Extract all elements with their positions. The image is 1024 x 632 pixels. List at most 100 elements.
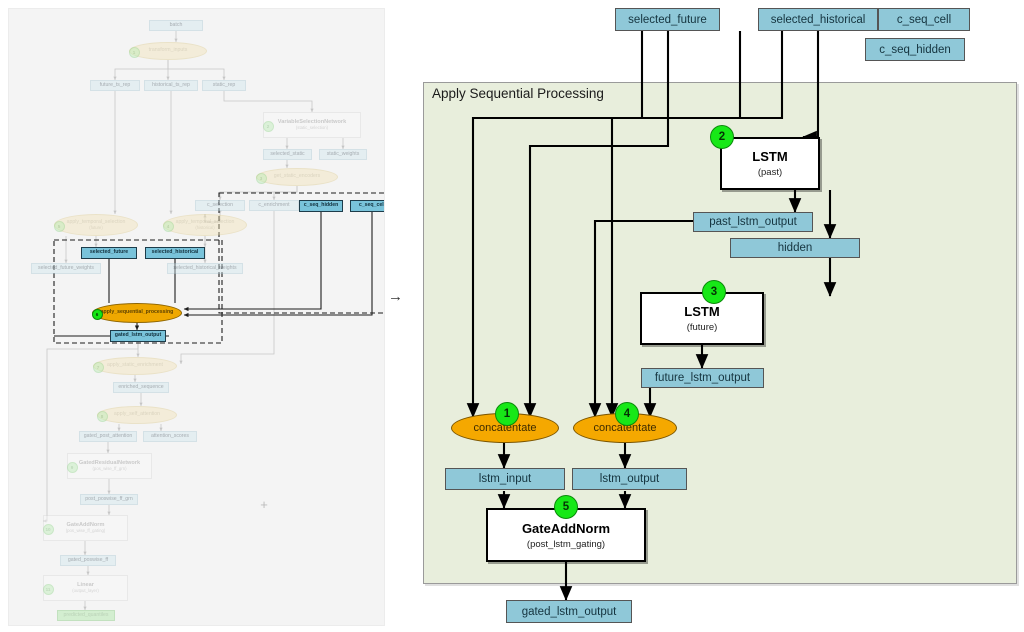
detail-node-subtitle: (future): [686, 322, 718, 333]
detail-node-title: LSTM: [752, 149, 788, 164]
overview-node-gated_lstm_output[interactable]: gated_lstm_output: [110, 330, 166, 342]
overview-node-label: batch: [169, 21, 183, 28]
overview-node-apply_temporal_selection_historical[interactable]: apply_temporal_selection (historical): [163, 214, 247, 236]
overview-step-badge-10: 10: [42, 523, 54, 535]
overview-step-badge-1: 1: [128, 46, 140, 58]
detail-node-subtitle: (post_lstm_gating): [526, 538, 606, 550]
overview-node-c_seq_hidden[interactable]: c_seq_hidden: [299, 200, 343, 212]
overview-node-subtitle: (output_layer): [72, 587, 99, 593]
overview-node-label: gated_lstm_output: [114, 332, 162, 339]
overview-node-label: selected_future: [89, 249, 129, 256]
detail-node-lstm_output[interactable]: lstm_output: [572, 468, 687, 490]
overview-node-label: get_static_encoders: [273, 173, 321, 180]
detail-node-past_lstm_output[interactable]: past_lstm_output: [693, 212, 813, 232]
overview-node-attention_scores[interactable]: attention_scores: [143, 431, 197, 442]
diagram-canvas: + batch transform_inputs 1 future_ts_rep his…: [0, 0, 1024, 632]
detail-node-label: selected_future: [628, 13, 707, 26]
overview-node-apply_self_attention[interactable]: apply_self_attention: [97, 406, 177, 424]
detail-node-hidden[interactable]: hidden: [730, 238, 860, 258]
overview-node-label: historical_ts_rep: [152, 81, 190, 88]
overview-step-badge-5: 5: [53, 220, 65, 232]
overview-node-label: transform_inputs: [148, 47, 188, 54]
overview-step-badge-4: 4: [162, 220, 174, 232]
overview-node-label: predicted_quantiles: [63, 611, 109, 618]
overview-node-gated_post_attention[interactable]: gated_post_attention: [79, 431, 137, 442]
overview-node-label: post_poswise_ff_grn: [85, 495, 133, 502]
overview-node-label: enriched_sequence: [118, 383, 164, 390]
detail-node-c_seq_cell[interactable]: c_seq_cell: [878, 8, 970, 31]
overview-node-VariableSelectionNetwork[interactable]: VariableSelectionNetwork (static_selectio…: [263, 112, 361, 138]
detail-node-selected_future[interactable]: selected_future: [615, 8, 720, 31]
overview-node-future_ts_rep[interactable]: future_ts_rep: [90, 80, 140, 91]
overview-node-label: c_seq_hidden: [303, 202, 339, 209]
detail-step-badge-2: 2: [710, 125, 734, 149]
detail-node-gated_lstm_output[interactable]: gated_lstm_output: [506, 600, 632, 623]
transition-arrow: →: [388, 288, 403, 305]
detail-node-label: hidden: [777, 242, 813, 254]
overview-node-historical_ts_rep[interactable]: historical_ts_rep: [144, 80, 198, 91]
overview-node-apply_temporal_selection_future[interactable]: apply_temporal_selection (future): [54, 214, 138, 236]
overview-step-badge-2: 2: [262, 120, 274, 132]
overview-node-label: c_seq_cell: [358, 202, 385, 209]
overview-node-label: selected_historical_weights: [173, 264, 237, 271]
detail-node-label: lstm_input: [478, 473, 532, 485]
overview-node-post_poswise_ff_grn[interactable]: post_poswise_ff_grn: [80, 494, 138, 505]
detail-node-future_lstm_output[interactable]: future_lstm_output: [641, 368, 764, 388]
overview-step-badge-3: 3: [255, 172, 267, 184]
overview-step-badge-7: 7: [92, 361, 104, 373]
overview-node-enriched_sequence[interactable]: enriched_sequence: [113, 382, 169, 393]
overview-node-GateAddNorm[interactable]: GateAddNorm (pos_wise_ff_gating): [43, 515, 128, 541]
overview-node-c_seq_cell[interactable]: c_seq_cell: [350, 200, 385, 212]
detail-node-lstm_future[interactable]: LSTM (future): [640, 292, 764, 345]
detail-node-title: GateAddNorm: [521, 520, 611, 536]
detail-node-label: future_lstm_output: [654, 372, 751, 384]
overview-node-subtitle: (static_selection): [295, 124, 329, 130]
overview-node-label: attention_scores: [150, 432, 190, 439]
detail-node-lstm_input[interactable]: lstm_input: [445, 468, 565, 490]
overview-node-static_weights[interactable]: static_weights: [319, 149, 367, 160]
detail-node-label: c_seq_cell: [896, 13, 952, 26]
overview-node-Linear[interactable]: Linear (output_layer): [43, 575, 128, 601]
overview-node-label: selected_historical: [151, 249, 199, 256]
overview-node-label: c_enrichment: [258, 201, 290, 208]
detail-node-lstm_past[interactable]: LSTM (past): [720, 137, 820, 190]
overview-step-badge-8: 8: [96, 410, 108, 422]
overview-node-transform_inputs[interactable]: transform_inputs: [129, 42, 207, 60]
overview-node-label: apply_static_enrichment: [107, 362, 163, 369]
overview-node-subtitle: (pos_wise_ff_gating): [65, 527, 106, 533]
overview-node-selected_future_weights[interactable]: selected_future_weights: [31, 263, 101, 274]
overview-node-label: gated_post_attention: [83, 432, 133, 439]
overview-node-selected_static[interactable]: selected_static: [263, 149, 312, 160]
overview-step-badge-6: 6: [91, 308, 103, 320]
overview-node-c_selection[interactable]: c_selection: [195, 200, 245, 211]
overview-node-subtitle: (pos_wise_ff_grn): [92, 465, 127, 471]
overview-step-badge-11: 11: [42, 583, 54, 595]
overview-node-label: future_ts_rep: [99, 81, 131, 88]
overview-node-get_static_encoders[interactable]: get_static_encoders: [256, 168, 338, 186]
overview-node-selected_historical_weights[interactable]: selected_historical_weights: [167, 263, 243, 274]
overview-node-label: gated_poswise_ff: [67, 556, 109, 563]
overview-node-subtitle: (historical): [195, 224, 215, 230]
overview-node-label: static_rep: [212, 81, 236, 88]
overview-node-c_enrichment[interactable]: c_enrichment: [249, 200, 299, 211]
overview-node-static_rep[interactable]: static_rep: [202, 80, 246, 91]
detail-node-selected_historical[interactable]: selected_historical: [758, 8, 878, 31]
overview-node-apply_sequential_processing[interactable]: apply_sequential_processing: [92, 303, 182, 323]
overview-node-selected_future[interactable]: selected_future: [81, 247, 137, 259]
overview-node-gated_poswise_ff[interactable]: gated_poswise_ff: [60, 555, 116, 566]
overview-node-predicted_quantiles[interactable]: predicted_quantiles: [57, 610, 115, 621]
detail-step-badge-1: 1: [495, 402, 519, 426]
overview-crosshair: +: [260, 497, 268, 512]
overview-panel: + batch transform_inputs 1 future_ts_rep his…: [8, 8, 385, 626]
overview-node-apply_static_enrichment[interactable]: apply_static_enrichment: [93, 357, 177, 375]
overview-node-label: c_selection: [207, 201, 233, 208]
detail-node-c_seq_hidden[interactable]: c_seq_hidden: [865, 38, 965, 61]
detail-step-badge-3: 3: [702, 280, 726, 304]
overview-node-selected_historical[interactable]: selected_historical: [145, 247, 205, 259]
overview-node-label: selected_static: [270, 150, 305, 157]
overview-step-badge-9: 9: [66, 461, 78, 473]
detail-node-label: past_lstm_output: [709, 216, 797, 228]
overview-node-GatedResidualNetwork[interactable]: GatedResidualNetwork (pos_wise_ff_grn): [67, 453, 152, 479]
overview-node-batch[interactable]: batch: [149, 20, 203, 31]
detail-node-subtitle: (past): [757, 167, 783, 178]
